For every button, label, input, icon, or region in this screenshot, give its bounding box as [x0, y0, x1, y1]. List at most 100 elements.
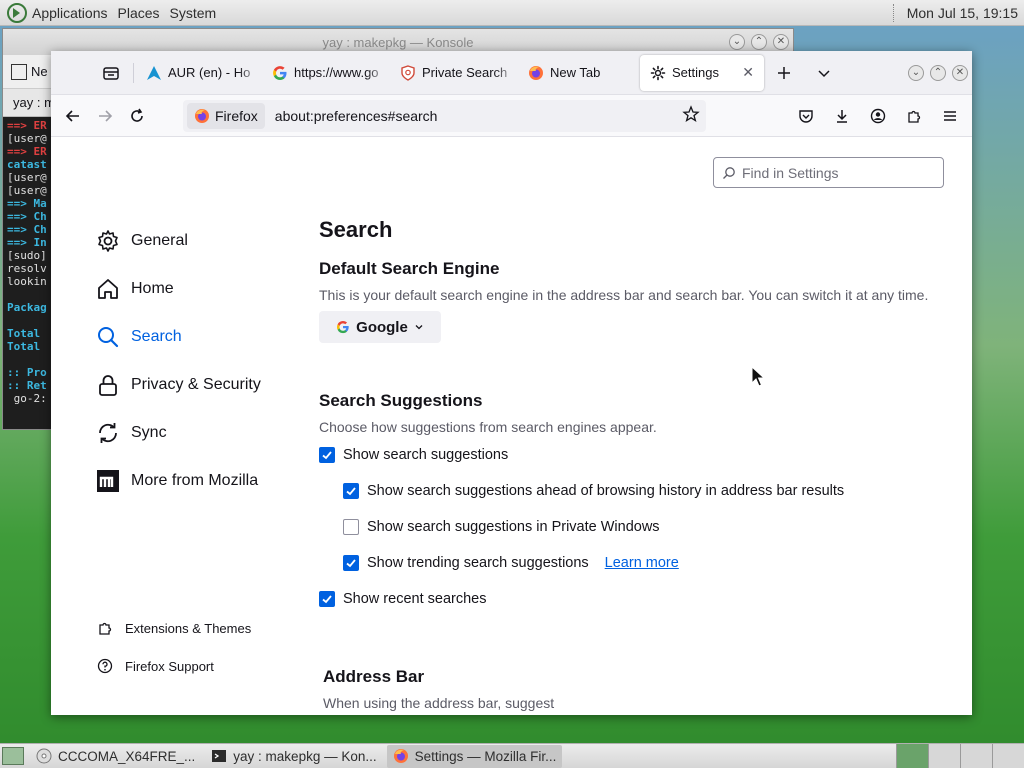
clock[interactable]: Mon Jul 15, 19:15 — [907, 5, 1018, 21]
suggestions-heading: Search Suggestions — [319, 391, 483, 410]
suggestion-option[interactable]: Show search suggestions in Private Windo… — [319, 509, 929, 545]
search-icon — [95, 324, 121, 350]
show-desktop-icon[interactable] — [2, 747, 24, 765]
workspace-3[interactable] — [960, 743, 992, 768]
search-icon — [723, 166, 735, 179]
checkbox-checked[interactable] — [343, 483, 359, 499]
close-button[interactable]: ✕ — [952, 64, 968, 81]
sidebar-item-label: Home — [131, 280, 174, 297]
places-menu[interactable]: Places — [118, 5, 160, 21]
bookmark-star-icon[interactable] — [682, 105, 700, 126]
taskbar-item[interactable]: yay : makepkg — Kon... — [205, 745, 382, 768]
taskbar-label: yay : makepkg — Kon... — [233, 748, 377, 764]
address-bar-heading: Address Bar — [323, 667, 425, 686]
default-engine-dropdown[interactable]: Google — [319, 311, 441, 343]
option-label: Show search suggestions in Private Windo… — [367, 519, 660, 535]
checkbox-unchecked[interactable] — [343, 519, 359, 535]
taskbar-label: CCCOMA_X64FRE_... — [58, 748, 196, 764]
firefox-icon — [195, 108, 209, 123]
system-menu[interactable]: System — [170, 5, 217, 21]
url-text[interactable]: about:preferences#search — [275, 108, 682, 124]
firefox-support-link[interactable]: Firefox Support — [97, 647, 251, 685]
sidebar-item-privacy[interactable]: Privacy & Security — [95, 361, 315, 409]
help-icon — [97, 658, 113, 674]
sidebar-item-general[interactable]: General — [95, 217, 315, 265]
arch-icon — [146, 65, 162, 81]
close-tab-icon[interactable]: ✕ — [742, 64, 754, 81]
account-icon — [870, 108, 886, 123]
sidebar-item-label: Privacy & Security — [131, 376, 261, 393]
sidebar-footer: Extensions & Themes Firefox Support — [97, 609, 251, 685]
tab-google[interactable]: https://www.go — [262, 54, 390, 91]
default-engine-heading: Default Search Engine — [319, 259, 500, 278]
download-icon — [837, 109, 847, 123]
suggestion-option[interactable]: Show trending search suggestions Learn mo… — [319, 545, 929, 581]
downloads-button[interactable] — [826, 100, 858, 132]
taskbar-item[interactable]: CCCOMA_X64FRE_... — [30, 745, 201, 768]
identity-box[interactable]: Firefox — [187, 102, 265, 129]
minimize-button[interactable]: ⌄ — [908, 64, 924, 81]
extensions-button[interactable] — [898, 100, 930, 132]
new-tab-label[interactable]: Ne — [31, 64, 48, 79]
firefox-icon — [528, 65, 544, 81]
konsole-tab[interactable]: yay : m — [13, 95, 55, 110]
firefox-view-button[interactable] — [95, 57, 127, 89]
distro-logo-icon[interactable] — [6, 2, 28, 24]
checkbox-checked[interactable] — [319, 447, 335, 463]
chevron-down-icon — [818, 69, 830, 77]
checkbox-checked[interactable] — [319, 591, 335, 607]
suggestions-desc: Choose how suggestions from search engin… — [319, 419, 657, 435]
workspace-4[interactable] — [992, 743, 1024, 768]
back-button[interactable] — [57, 100, 89, 132]
workspace-2[interactable] — [928, 743, 960, 768]
forward-button[interactable] — [89, 100, 121, 132]
firefox-window[interactable]: AUR (en) - Ho https://www.go Private Sea… — [51, 51, 972, 715]
tab-aur[interactable]: AUR (en) - Ho — [136, 54, 262, 91]
tab-private-search[interactable]: Private Search — [390, 54, 518, 91]
find-in-settings-input[interactable]: Find in Settings — [713, 157, 944, 188]
nav-bar: Firefox about:preferences#search — [51, 95, 972, 137]
extensions-themes-link[interactable]: Extensions & Themes — [97, 609, 251, 647]
suggestion-option[interactable]: Show search suggestions ahead of browsin… — [319, 473, 929, 509]
option-label: Show recent searches — [343, 591, 487, 607]
firefox-view-icon — [103, 66, 119, 80]
google-icon — [337, 320, 349, 334]
applications-menu[interactable]: Applications — [32, 5, 108, 21]
find-placeholder: Find in Settings — [742, 164, 839, 181]
menu-button[interactable] — [934, 100, 966, 132]
suggestion-option[interactable]: Show search suggestions — [319, 437, 929, 473]
learn-more-link[interactable]: Learn more — [605, 555, 679, 571]
sidebar-item-sync[interactable]: Sync — [95, 409, 315, 457]
new-tab-icon[interactable] — [11, 63, 27, 80]
tab-new-tab[interactable]: New Tab — [518, 55, 640, 91]
maximize-button[interactable]: ⌃ — [930, 64, 946, 81]
minimize-button[interactable]: ⌄ — [729, 34, 745, 50]
account-button[interactable] — [862, 100, 894, 132]
suggestion-option[interactable]: Show recent searches — [319, 581, 929, 617]
home-icon — [95, 276, 121, 302]
sidebar-item-search[interactable]: Search — [95, 313, 315, 361]
workspace-1[interactable] — [896, 743, 928, 768]
tab-settings[interactable]: Settings ✕ — [640, 54, 764, 91]
gear-icon — [95, 228, 121, 254]
pocket-button[interactable] — [790, 100, 822, 132]
puzzle-icon — [99, 622, 112, 635]
hamburger-icon — [944, 110, 956, 121]
url-bar[interactable]: Firefox about:preferences#search — [183, 99, 706, 132]
sidebar-item-home[interactable]: Home — [95, 265, 315, 313]
sidebar-item-label: Sync — [131, 424, 167, 441]
google-icon — [272, 65, 288, 81]
maximize-button[interactable]: ⌃ — [751, 34, 767, 50]
shield-search-icon — [400, 64, 416, 81]
reload-button[interactable] — [121, 100, 153, 132]
sidebar-item-mozilla[interactable]: More from Mozilla — [95, 457, 315, 505]
checkbox-checked[interactable] — [343, 555, 359, 571]
list-all-tabs-button[interactable] — [808, 57, 840, 89]
mozilla-icon — [95, 468, 121, 494]
sidebar-item-label: More from Mozilla — [131, 472, 259, 489]
top-panel: Applications Places System Mon Jul 15, 1… — [0, 0, 1024, 26]
plus-icon — [778, 66, 790, 79]
new-tab-button[interactable] — [768, 57, 800, 89]
close-button[interactable]: ✕ — [773, 34, 789, 50]
taskbar-item[interactable]: Settings — Mozilla Fir... — [386, 744, 563, 768]
